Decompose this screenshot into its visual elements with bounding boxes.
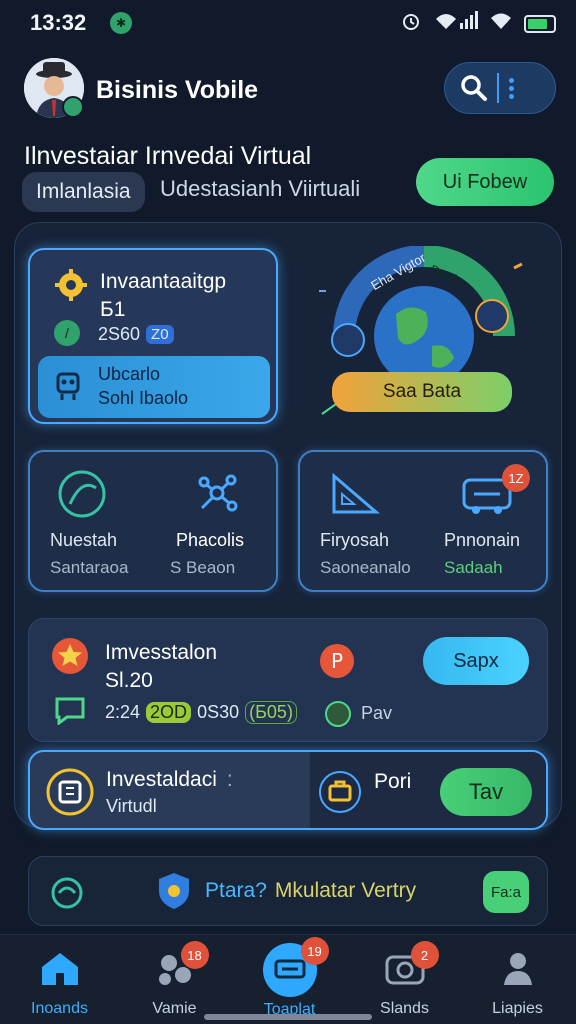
apps-icon: 18	[153, 941, 209, 992]
shield-icon	[155, 871, 193, 916]
grid-title: Firyosah	[320, 530, 390, 550]
profile-icon	[496, 949, 540, 992]
grid-item-pnnonain[interactable]: 1Z Pnnonain Sadaah	[434, 464, 544, 586]
notification-icon: ✱	[110, 12, 132, 34]
svg-text:P: P	[331, 649, 343, 673]
chat-icon	[53, 695, 87, 730]
stats-title: Imvesstalon	[105, 641, 218, 664]
grid-sub: Saoneanalo	[320, 558, 411, 577]
nav-item-home[interactable]: Inoands	[2, 935, 117, 1024]
virtual-line1-suffix: :	[226, 768, 233, 791]
search-icon[interactable]	[459, 73, 489, 103]
virtual-line1-text: Investaldaci	[106, 768, 217, 791]
grid-item-firyosah[interactable]: Firyosah Saoneanalo	[310, 466, 430, 586]
pori-label: Pori	[374, 770, 412, 793]
battery-icon	[524, 14, 556, 33]
globe-action-button[interactable]: Saa Bata	[332, 372, 512, 412]
grid-sub: S Beaon	[170, 558, 236, 577]
camera-icon: 2	[383, 941, 439, 992]
divider	[497, 73, 499, 103]
grid-item-phacolis[interactable]: Phacolis S Beaon	[166, 466, 276, 586]
p-icon: P	[319, 643, 355, 684]
filter-chip[interactable]: Imlanlasia	[22, 172, 145, 212]
follow-button[interactable]: Ui Fobew	[416, 158, 554, 206]
leaf-icon: /	[54, 320, 80, 346]
ruler-icon	[330, 470, 382, 521]
invest-value-text: 2S60	[98, 324, 141, 344]
home-indicator[interactable]	[204, 1014, 372, 1020]
banner-text-a: Ptara?	[205, 879, 267, 902]
nav-item-slands[interactable]: 2 Slands	[347, 935, 462, 1024]
grid-title: Phacolis	[176, 530, 245, 550]
invest-inner-banner[interactable]: Ubcarlo Sohl Ibaolo	[38, 356, 270, 418]
invest-inner-line1: Ubcarlo	[98, 364, 161, 384]
nav-item-vamie[interactable]: 18 Vamie	[117, 935, 232, 1024]
bottom-nav: Inoands 18 Vamie 19 Toaplat 2 Slands Lia…	[0, 934, 576, 1024]
invest-value-badge: Z0	[146, 325, 174, 344]
stat-1: 2:24	[105, 702, 141, 722]
star-icon	[51, 637, 89, 680]
stats-row: Imvesstalon Sl.20 2:24 2OD 0S30 (Б05) P …	[28, 618, 548, 742]
grid-item-nuestah[interactable]: Nuestah Santaraoa	[40, 466, 150, 586]
home-icon	[38, 949, 82, 992]
virtual-line2: Virtudl	[106, 796, 157, 816]
nav-label: Slands	[380, 1000, 429, 1017]
sync-icon	[49, 875, 85, 916]
pav-icon	[325, 701, 351, 727]
nav-label: Vamie	[152, 1000, 197, 1017]
nav-item-liapies[interactable]: Liapies	[460, 935, 575, 1024]
banner-right-button[interactable]: Fa:a	[483, 871, 529, 913]
grid-title: Pnnonain	[444, 530, 521, 550]
stat-2: 2OD	[146, 702, 192, 723]
online-badge-icon	[62, 96, 84, 118]
more-icon[interactable]	[509, 77, 514, 99]
virtual-line1: Investaldaci :	[106, 768, 233, 792]
banner-text: Ptara? Mkulatar Vertry	[205, 879, 416, 903]
subheadline: Udestasianh Viirtuali	[160, 176, 361, 201]
invest-card[interactable]: Invaantaaitgp Б1 / 2S60 Z0 Ubcarlo Sohl …	[28, 248, 278, 424]
nav-item-toaplat[interactable]: 19 Toaplat	[232, 935, 347, 1024]
status-time: 13:32	[30, 10, 87, 35]
alarm-icon	[400, 10, 422, 37]
invest-inner-line2: Sohl Ibaolo	[98, 388, 189, 408]
stat-4: (Б05)	[245, 701, 297, 724]
stat-3: 0S30	[197, 702, 240, 722]
document-icon	[46, 768, 94, 821]
grid-title: Nuestah	[50, 530, 118, 550]
stats-line: 2:24 2OD 0S30 (Б05)	[105, 701, 297, 724]
app-title: Bisinis Vobile	[96, 76, 259, 104]
stats-value: Sl.20	[105, 669, 153, 692]
signal-icon	[434, 11, 478, 36]
virtual-action-button[interactable]: Tav	[440, 768, 532, 816]
stats-action-button[interactable]: Sapx	[423, 637, 529, 685]
grid-sub: Santaraoa	[50, 558, 129, 577]
nav-label: Liapies	[492, 1000, 543, 1017]
nav-label: Inoands	[31, 1000, 88, 1017]
invest-value: 2S60 Z0	[98, 324, 174, 345]
center-action-icon: 19	[262, 937, 329, 997]
headline: Ilnvestaiar Irnvedai Virtual	[24, 142, 312, 170]
invest-sub: Б1	[100, 298, 126, 321]
robot-icon	[54, 368, 82, 407]
wifi-icon	[490, 12, 512, 35]
banner-text-b: Mkulatar Vertry	[274, 879, 417, 902]
invest-title: Invaantaaitgp	[100, 270, 227, 293]
portfolio-icon	[318, 770, 362, 819]
virtual-row[interactable]: Investaldaci : Virtudl Pori Tav	[28, 750, 548, 830]
nav-badge: 19	[300, 937, 329, 965]
refresh-icon	[56, 468, 108, 525]
promo-banner[interactable]: Ptara? Mkulatar Vertry Fa:a	[28, 856, 548, 926]
nav-badge: 2	[410, 941, 439, 969]
top-actions	[444, 62, 556, 114]
grid-badge: 1Z	[502, 464, 530, 492]
molecule-icon	[194, 470, 240, 521]
nav-badge: 18	[180, 941, 209, 969]
pav-label: Pav	[361, 703, 393, 723]
grid-sub: Sadaah	[444, 558, 503, 577]
gear-icon	[54, 268, 88, 307]
status-icons	[400, 10, 556, 37]
